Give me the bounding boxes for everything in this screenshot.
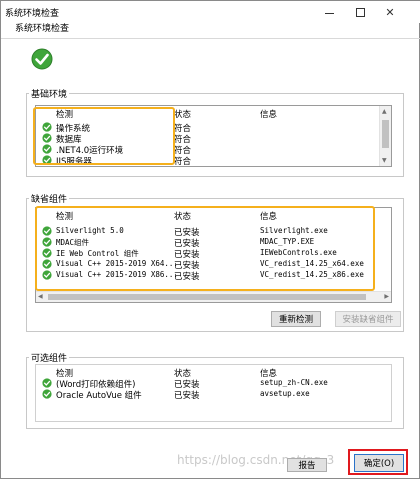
col-info[interactable]: 信息 xyxy=(260,108,277,120)
ok-button[interactable]: 确定(O) xyxy=(354,454,404,472)
basic-env-list[interactable]: 检测 状态 信息 操作系统 符合 数据库 符合 .NET4.0运行环境 符合 I… xyxy=(35,105,392,167)
item-status: 符合 xyxy=(174,157,192,167)
close-button[interactable]: ✕ xyxy=(376,1,404,23)
list-header: 检测 状态 信息 xyxy=(36,106,391,120)
list-item[interactable]: IIS服务器 符合 xyxy=(36,155,391,166)
list-item[interactable]: Oracle AutoVue 组件 已安装 avsetup.exe xyxy=(36,389,391,401)
green-check-circle-icon xyxy=(42,389,52,399)
col-status[interactable]: 状态 xyxy=(174,210,191,222)
list-item[interactable]: Visual C++ 2015-2019 X86... 已安装 VC_redis… xyxy=(36,270,391,282)
item-name: Silverlight 5.0 xyxy=(56,226,124,235)
item-name: IIS服务器 xyxy=(56,157,92,167)
list-item[interactable]: 操作系统 符合 xyxy=(36,122,391,134)
green-check-circle-icon xyxy=(42,226,52,236)
green-check-circle-icon xyxy=(42,378,52,388)
tab-system-check[interactable]: 系统环境检查 xyxy=(15,21,69,34)
scroll-thumb[interactable] xyxy=(48,294,366,300)
success-check-icon xyxy=(31,48,53,70)
close-icon: ✕ xyxy=(385,5,395,19)
dialog-window: 系统环境检查 ✕ 系统环境检查 基础环境 检测 状态 信息 操作系统 符合 数据… xyxy=(0,0,420,479)
scroll-right-icon[interactable]: ▶ xyxy=(384,293,389,300)
item-name: Visual C++ 2015-2019 X86... xyxy=(56,270,178,279)
item-info: VC_redist_14.25_x86.exe xyxy=(260,270,364,279)
vertical-scrollbar[interactable]: ▲ ▼ xyxy=(379,106,391,166)
green-check-circle-icon xyxy=(42,144,52,154)
maximize-icon xyxy=(355,7,365,17)
recheck-button[interactable]: 重新检测 xyxy=(271,311,321,327)
item-status: 已安装 xyxy=(174,391,200,401)
minimize-icon xyxy=(324,12,334,14)
col-check[interactable]: 检测 xyxy=(56,108,73,120)
missing-components-list[interactable]: 检测 状态 信息 Silverlight 5.0 已安装 Silverlight… xyxy=(35,207,392,303)
green-check-circle-icon xyxy=(42,259,52,269)
green-check-circle-icon xyxy=(42,270,52,280)
optional-components-list[interactable]: 检测 状态 信息 (Word打印依赖组件) 已安装 setup_zh-CN.ex… xyxy=(35,364,392,422)
scroll-left-icon[interactable]: ◀ xyxy=(38,293,43,300)
scroll-up-icon[interactable]: ▲ xyxy=(382,108,387,115)
col-check[interactable]: 检测 xyxy=(56,210,73,222)
window-title: 系统环境检查 xyxy=(5,9,60,19)
list-item[interactable]: IE Web Control 组件 已安装 IEWebControls.exe xyxy=(36,248,391,260)
item-info: IEWebControls.exe xyxy=(260,248,337,257)
item-info: setup_zh-CN.exe xyxy=(260,378,328,387)
item-name: Visual C++ 2015-2019 X64... xyxy=(56,259,178,268)
green-check-circle-icon xyxy=(42,155,52,165)
list-item[interactable]: 数据库 符合 xyxy=(36,133,391,145)
list-item[interactable]: Visual C++ 2015-2019 X64... 已安装 VC_redis… xyxy=(36,259,391,271)
horizontal-scrollbar[interactable]: ◀ ▶ xyxy=(36,291,391,302)
green-check-circle-icon xyxy=(42,133,52,143)
list-item[interactable]: .NET4.0运行环境 符合 xyxy=(36,144,391,156)
item-name: MDAC组件 xyxy=(56,238,90,247)
green-check-circle-icon xyxy=(42,237,52,247)
col-info[interactable]: 信息 xyxy=(260,210,277,222)
missing-components-label: 缺省组件 xyxy=(29,192,70,205)
title-bar: 系统环境检查 ✕ xyxy=(1,1,420,23)
list-header: 检测 状态 信息 xyxy=(36,208,391,222)
install-defaults-button[interactable]: 安装缺省组件 xyxy=(335,311,401,327)
item-info: MDAC_TYP.EXE xyxy=(260,237,315,246)
scroll-thumb[interactable] xyxy=(382,120,389,148)
basic-env-label: 基础环境 xyxy=(29,87,70,100)
item-status: 已安装 xyxy=(174,272,200,282)
item-name: Oracle AutoVue 组件 xyxy=(56,391,142,401)
scroll-down-icon[interactable]: ▼ xyxy=(382,157,387,164)
minimize-button[interactable] xyxy=(315,1,343,23)
item-name: IE Web Control 组件 xyxy=(56,249,139,258)
green-check-circle-icon xyxy=(42,122,52,132)
list-item[interactable]: MDAC组件 已安装 MDAC_TYP.EXE xyxy=(36,237,391,249)
list-header: 检测 状态 信息 xyxy=(36,365,391,379)
optional-components-label: 可选组件 xyxy=(29,351,70,364)
item-info: Silverlight.exe xyxy=(260,226,328,235)
report-button[interactable]: 报告 xyxy=(287,458,327,472)
list-item[interactable]: (Word打印依赖组件) 已安装 setup_zh-CN.exe xyxy=(36,378,391,390)
green-check-circle-icon xyxy=(42,248,52,258)
item-info: VC_redist_14.25_x64.exe xyxy=(260,259,364,268)
list-item[interactable]: Silverlight 5.0 已安装 Silverlight.exe xyxy=(36,226,391,238)
maximize-button[interactable] xyxy=(346,1,374,23)
col-status[interactable]: 状态 xyxy=(174,108,191,120)
item-info: avsetup.exe xyxy=(260,389,310,398)
tab-divider xyxy=(1,38,420,39)
